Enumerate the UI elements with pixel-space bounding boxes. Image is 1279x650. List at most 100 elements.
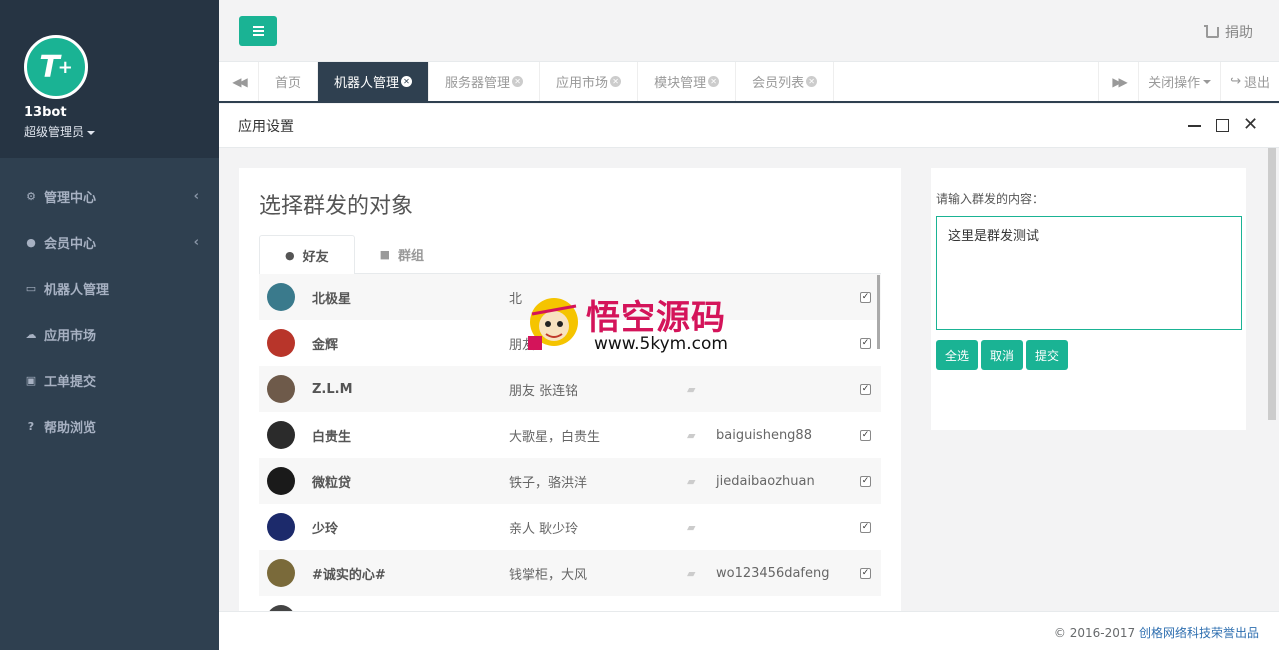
message-label: 请输入群发的内容： [936,192,1045,206]
close-icon[interactable]: ✕ [610,76,622,87]
chevron-left-icon: ‹ [193,188,199,204]
list-item[interactable] [259,596,881,611]
panel-title: 选择群发的对象 [259,194,414,219]
close-icon[interactable]: ✕ [806,76,818,87]
sidebar-item-help[interactable]: ? 帮助浏览 [0,403,219,449]
list-item[interactable]: Z.L.M 朋友 张连铭 ▰ ✓ [259,366,881,412]
friend-wechat-id: jiedaibaozhuan [716,473,815,489]
tabs-right-controls: ▶▶ 关闭操作 ↪ 退出 [1098,62,1279,101]
submit-button[interactable]: 提交 [1026,340,1069,370]
chat-icon: ▰ [687,520,696,534]
friend-name: #诚实的心# [312,567,386,583]
briefcase-icon: ■ [379,248,391,261]
tab-module-management[interactable]: 模块管理 ✕ [638,62,737,101]
close-icon[interactable]: ✕ [708,76,720,87]
logout-icon: ↪ [1230,74,1241,89]
donate-link[interactable]: 捐助 [1204,22,1253,42]
friend-name: 少玲 [312,521,339,537]
sidebar-nav: ⚙ 管理中心 ‹ ● 会员中心 ‹ ▭ 机器人管理 ☁ 应用市场 ▣ 工单提交 … [0,158,219,449]
forward-icon: ▶▶ [1112,74,1128,89]
tab-app-market[interactable]: 应用市场 ✕ [540,62,639,101]
logout-label: 退出 [1243,76,1270,91]
friend-name: 白贵生 [312,429,352,445]
friend-checkbox[interactable]: ✓ [860,337,871,349]
monkey-logo-icon [528,298,578,350]
page-tabs-bar: ◀◀ 首页 机器人管理 ✕ 服务器管理 ✕ 应用市场 ✕ 模块管理 ✕ 会员列表… [219,62,1279,103]
question-icon: ? [27,419,35,433]
caret-down-icon [87,130,96,135]
tab-member-list[interactable]: 会员列表 ✕ [736,62,835,101]
avatar [267,559,295,587]
friend-checkbox[interactable]: ✓ [860,291,871,303]
maximize-icon[interactable] [1216,118,1229,132]
list-item[interactable]: 微粒贷 铁子，骆洪洋 ▰ jiedaibaozhuan ✓ [259,458,881,504]
backward-icon: ◀◀ [232,74,248,89]
avatar [267,283,295,311]
message-textarea[interactable]: 这里是群发测试 [936,216,1242,330]
tab-label: 机器人管理 [334,76,400,91]
menu-toggle-button[interactable] [239,16,277,46]
sidebar-item-app-market[interactable]: ☁ 应用市场 [0,311,219,357]
friend-checkbox[interactable]: ✓ [860,429,871,441]
sidebar-item-member-center[interactable]: ● 会员中心 ‹ [0,219,219,265]
friend-checkbox[interactable]: ✓ [860,567,871,579]
profile-username: 13bot [24,105,67,120]
hamburger-line [252,34,264,36]
hamburger-icon [252,26,264,28]
sidebar-item-robot-management[interactable]: ▭ 机器人管理 [0,265,219,311]
sidebar-item-admin-center[interactable]: ⚙ 管理中心 ‹ [0,173,219,219]
friend-checkbox[interactable]: ✓ [860,383,871,395]
sidebar-item-label: 帮助浏览 [44,420,97,436]
tab-label: 会员列表 [752,76,805,91]
watermark: 悟空源码 www.5kym.com [526,288,756,360]
tab-label: 模块管理 [654,76,707,91]
chat-icon: ▰ [687,428,696,442]
tabs-scroll-right-button[interactable]: ▶▶ [1098,62,1138,101]
footer: © 2016-2017 创格网络科技荣誉出品 [219,611,1279,650]
sidebar-item-label: 会员中心 [44,236,97,252]
avatar[interactable]: T + [24,35,88,99]
avatar [267,513,295,541]
close-operations-dropdown[interactable]: 关闭操作 [1138,62,1220,101]
cart-icon [1204,24,1219,38]
window-scrollbar[interactable] [1268,148,1276,420]
sidebar-item-label: 工单提交 [44,374,97,390]
cancel-button[interactable]: 取消 [981,340,1024,370]
friend-checkbox[interactable]: ✓ [860,475,871,487]
close-icon[interactable]: ✕ [1243,116,1258,134]
tabs-scroll-left-button[interactable]: ◀◀ [219,62,259,101]
tab-label: 首页 [275,76,302,91]
tab-groups[interactable]: ■ 群组 [355,235,449,274]
window-controls: ✕ [1188,116,1258,134]
tab-server-management[interactable]: 服务器管理 ✕ [429,62,541,101]
profile-role-label: 超级管理员 [24,125,85,139]
select-all-button[interactable]: 全选 [936,340,979,370]
avatar [267,421,295,449]
friend-name: 微粒贷 [312,475,352,491]
friend-wechat-id: wo123456dafeng [716,565,830,581]
profile-role-dropdown[interactable]: 超级管理员 [24,123,96,140]
minimize-icon[interactable] [1188,118,1202,132]
list-item[interactable]: 少玲 亲人 耿少玲 ▰ ✓ [259,504,881,550]
list-scrollbar[interactable] [877,275,880,349]
logout-button[interactable]: ↪ 退出 [1220,62,1279,101]
company-link[interactable]: 创格网络科技荣誉出品 [1139,626,1259,640]
hamburger-line [252,30,264,32]
tab-home[interactable]: 首页 [259,62,319,101]
friend-checkbox[interactable]: ✓ [860,521,871,533]
desktop-icon: ▭ [25,281,37,295]
close-icon[interactable]: ✕ [401,76,413,87]
cloud-icon: ☁ [25,327,37,341]
sidebar-item-ticket-submit[interactable]: ▣ 工单提交 [0,357,219,403]
list-item[interactable]: #诚实的心# 钱掌柜，大风 ▰ wo123456dafeng ✓ [259,550,881,596]
target-selection-panel: 选择群发的对象 ● 好友 ■ 群组 北极星 北 ✓ 金辉 朋友 ✓ Z.L.M … [239,168,901,611]
chat-icon: ▰ [687,382,696,396]
window-header: 应用设置 ✕ [219,104,1279,148]
footer-copyright: © 2016-2017 创格网络科技荣誉出品 [1054,624,1259,641]
list-item[interactable]: 白贵生 大歌星，白贵生 ▰ baiguisheng88 ✓ [259,412,881,458]
tab-robot-management[interactable]: 机器人管理 ✕ [318,62,430,101]
chevron-left-icon: ‹ [193,234,199,250]
close-icon[interactable]: ✕ [512,76,524,87]
tab-friends[interactable]: ● 好友 [259,235,355,275]
window-title: 应用设置 [238,118,294,135]
